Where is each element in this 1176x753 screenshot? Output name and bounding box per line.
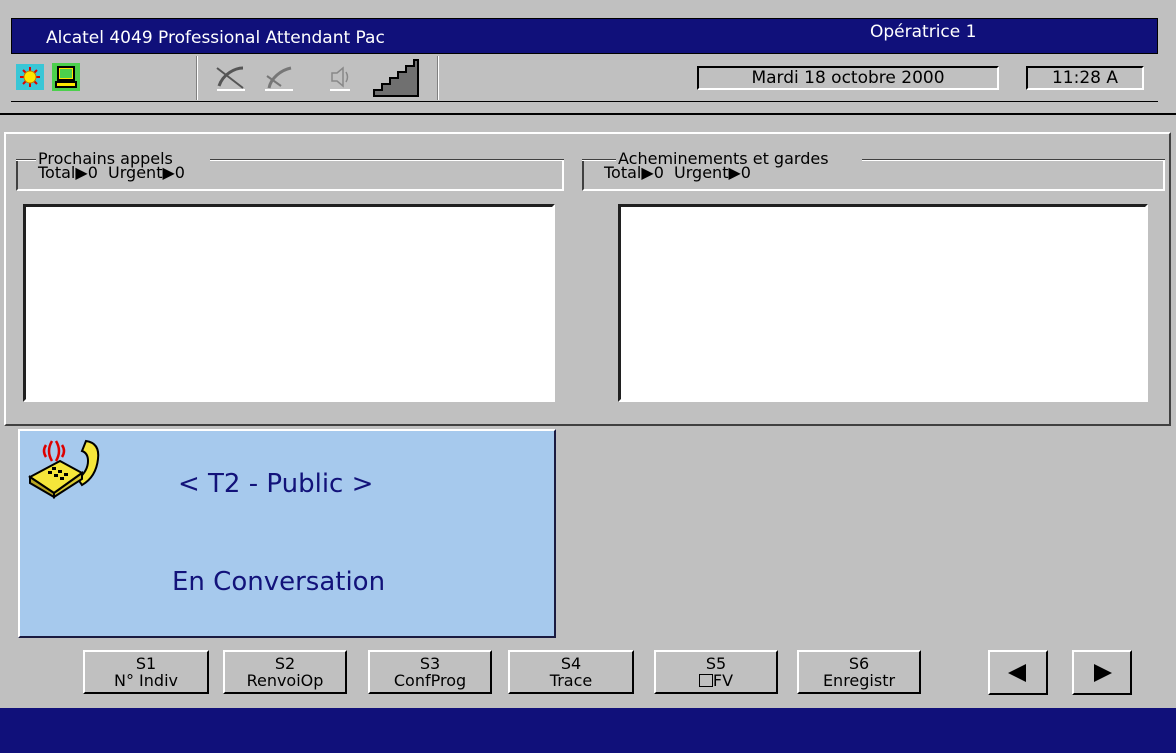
call-status: En Conversation (172, 567, 386, 597)
next-button[interactable] (1072, 650, 1132, 695)
arrow-left-icon (1008, 663, 1026, 682)
monitor-icon[interactable] (51, 62, 81, 92)
checkbox-icon (698, 674, 713, 687)
active-call-card[interactable]: < T2 - Public > En Conversation (18, 429, 556, 638)
fkey-s2-button[interactable]: S2 RenvoiOp (223, 650, 347, 694)
sun-icon[interactable] (15, 62, 45, 92)
handset-muted-icon[interactable] (211, 62, 251, 92)
app-title: Alcatel 4049 Professional Attendant Pac (46, 28, 385, 48)
fkey-s4-button[interactable]: S4 Trace (508, 650, 634, 694)
arrow-right-icon: ▶ (641, 163, 654, 182)
previous-button[interactable] (988, 650, 1048, 695)
routing-counter-frame: Total▶0 Urgent▶0 (582, 161, 1165, 191)
arrow-right-icon (1094, 663, 1112, 682)
routing-counters: Total▶0 Urgent▶0 (604, 163, 751, 182)
toolbar-separator (196, 56, 198, 100)
toolbar-separator (437, 56, 439, 100)
fkey-s3-button[interactable]: S3 ConfProg (368, 650, 492, 694)
status-bar (0, 708, 1176, 753)
next-calls-counter-frame: Total▶0 Urgent▶0 (16, 161, 564, 191)
routing-list[interactable] (618, 204, 1148, 402)
date-display: Mardi 18 octobre 2000 (697, 66, 999, 90)
ringing-phone-icon (26, 433, 106, 499)
arrow-right-icon: ▶ (728, 163, 741, 182)
toolbar: Mardi 18 octobre 2000 11:28 A (11, 54, 1158, 102)
fkey-s5-button[interactable]: S5 FV (654, 650, 778, 694)
divider (0, 113, 1176, 115)
fkey-s6-button[interactable]: S6 Enregistr (797, 650, 921, 694)
next-calls-list[interactable] (23, 204, 555, 402)
fkey-s1-button[interactable]: S1 N° Indiv (83, 650, 209, 694)
arrow-right-icon: ▶ (75, 163, 88, 182)
speaker-icon[interactable] (325, 62, 355, 92)
arrow-right-icon: ▶ (162, 163, 175, 182)
queues-panel: Prochains appels Total▶0 Urgent▶0 Achemi… (4, 132, 1171, 426)
next-calls-counters: Total▶0 Urgent▶0 (38, 163, 185, 182)
title-bar: Alcatel 4049 Professional Attendant Pac … (11, 18, 1158, 54)
time-display: 11:28 A (1026, 66, 1144, 90)
call-line: < T2 - Public > (178, 469, 374, 499)
handset-icon[interactable] (259, 62, 299, 92)
operator-name: Opératrice 1 (870, 22, 977, 42)
stairs-level-icon[interactable] (371, 58, 421, 98)
